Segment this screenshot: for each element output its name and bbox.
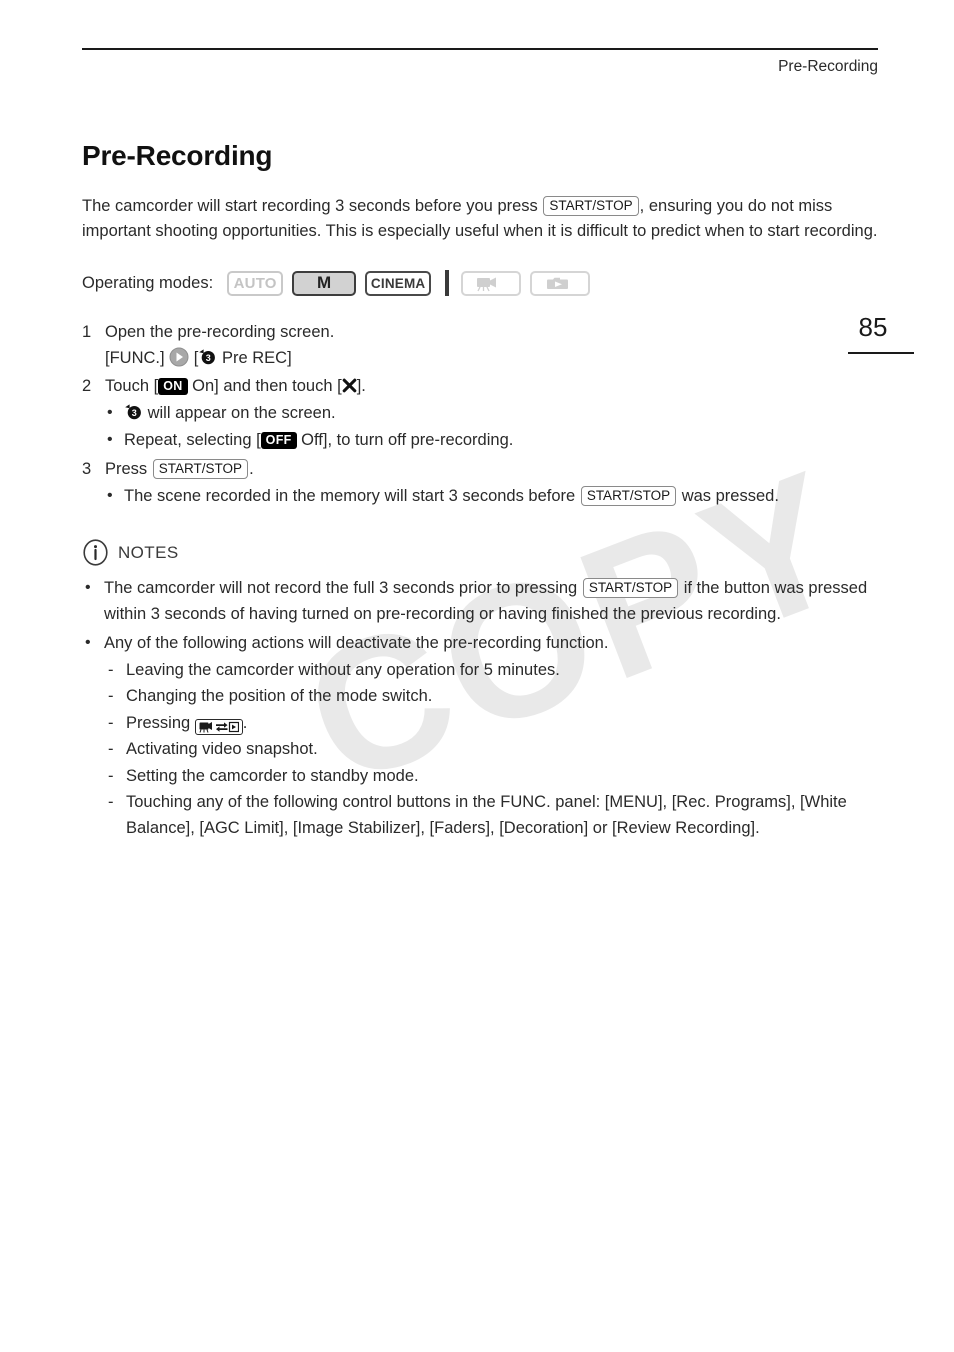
step-1-number: 1 [82, 323, 92, 341]
auto-mode-badge[interactable]: AUTO [227, 270, 284, 296]
movie-playback-mode-badge[interactable] [461, 270, 522, 296]
intro-text-before: The camcorder will start recording 3 sec… [82, 197, 538, 215]
step-3-bullets: The scene recorded in the memory will st… [105, 483, 882, 509]
step-2-text-before: Touch [ [105, 377, 159, 395]
page-title: Pre-Recording [82, 140, 273, 171]
operating-modes-row: Operating modes: AUTO M CINEMA [82, 270, 882, 296]
start-stop-key[interactable]: START/STOP [543, 195, 639, 216]
running-header-title: Pre-Recording [778, 58, 878, 75]
start-stop-key[interactable]: START/STOP [580, 485, 677, 506]
step-2-bullets: 3 will appear on the screen. Repeat, sel… [105, 400, 882, 453]
manual-mode-badge[interactable]: M [292, 270, 357, 296]
off-badge[interactable]: OFF [260, 431, 297, 449]
step-3-text-before: Press [105, 460, 148, 478]
step-3-bullet-1: The scene recorded in the memory will st… [105, 483, 882, 509]
pre-rec-icon: 3 [199, 349, 216, 365]
svg-text:3: 3 [206, 353, 211, 363]
step-2-bullet-1: 3 will appear on the screen. [105, 400, 882, 426]
step-2: 2 Touch [ON On] and then touch [ ]. 3 wi… [82, 374, 882, 453]
step-2-text-middle: On] and then touch [ [192, 377, 342, 395]
intro-paragraph: The camcorder will start recording 3 sec… [82, 194, 882, 244]
step-3-text-after: . [249, 460, 254, 478]
pre-rec-icon: 3 [125, 404, 141, 420]
notes-header: NOTES [82, 539, 882, 566]
arrow-right-circle-icon [169, 347, 189, 367]
cinema-mode-badge[interactable]: CINEMA [365, 270, 432, 296]
deactivation-action-3: Pressing . [104, 711, 882, 737]
steps-list: 1 Open the pre-recording screen. [FUNC.]… [82, 320, 882, 509]
start-stop-key[interactable]: START/STOP [582, 577, 679, 598]
step-1-text: Open the pre-recording screen. [105, 323, 335, 341]
deactivation-action-3-text-before: Pressing [126, 713, 191, 732]
step-3-bullet-1-text-before: The scene recorded in the memory will st… [124, 487, 576, 505]
on-badge[interactable]: ON [158, 377, 188, 395]
step-3-number: 3 [82, 460, 92, 478]
notes-title: NOTES [118, 542, 179, 562]
step-2-text-after: ]. [356, 377, 366, 395]
photo-playback-mode-badge[interactable] [530, 270, 591, 296]
step-1-path: [FUNC.] [ 3 Pre REC] [105, 345, 882, 371]
deactivation-action-1: Leaving the camcorder without any operat… [104, 658, 882, 684]
step-1: 1 Open the pre-recording screen. [FUNC.]… [82, 320, 882, 371]
step-2-bullet-2: Repeat, selecting [OFF Off], to turn off… [105, 427, 882, 453]
step-3-bullet-1-text-after: was pressed. [681, 487, 779, 505]
step-2-bullet-2-text-after: Off], to turn off pre-recording. [301, 431, 514, 449]
step-2-bullet-1-text: will appear on the screen. [147, 404, 336, 422]
photo-playback-icon [547, 277, 569, 289]
camera-playback-toggle-glyph [199, 721, 239, 733]
mode-separator [445, 270, 450, 296]
header-divider [82, 48, 878, 50]
note-item-2: Any of the following actions will deacti… [82, 630, 882, 842]
deactivation-action-2: Changing the position of the mode switch… [104, 684, 882, 710]
note-2-text: Any of the following actions will deacti… [104, 634, 609, 652]
deactivation-action-6: Touching any of the following control bu… [104, 790, 882, 841]
close-x-icon[interactable] [342, 378, 357, 393]
svg-text:3: 3 [132, 408, 137, 418]
operating-modes-label: Operating modes: [82, 273, 214, 292]
notes-list: The camcorder will not record the full 3… [82, 575, 882, 842]
note-item-1: The camcorder will not record the full 3… [82, 575, 882, 627]
pre-rec-label[interactable]: Pre REC] [222, 349, 292, 367]
step-3: 3 Press START/STOP. The scene recorded i… [82, 457, 882, 509]
func-label[interactable]: [FUNC.] [105, 349, 165, 367]
deactivation-actions-list: Leaving the camcorder without any operat… [104, 658, 882, 842]
step-2-number: 2 [82, 377, 92, 395]
content-column: Pre-Recording The camcorder will start r… [82, 140, 882, 845]
note-1-text-before: The camcorder will not record the full 3… [104, 579, 578, 597]
camera-playback-toggle-icon[interactable] [194, 718, 243, 735]
step-2-bullet-2-text-before: Repeat, selecting [ [124, 431, 261, 449]
movie-playback-icon [477, 277, 497, 291]
deactivation-action-3-text-after: . [242, 713, 248, 732]
info-circle-icon [83, 539, 108, 566]
deactivation-action-4: Activating video snapshot. [104, 737, 882, 763]
deactivation-action-5: Setting the camcorder to standby mode. [104, 764, 882, 790]
start-stop-key[interactable]: START/STOP [152, 458, 249, 479]
